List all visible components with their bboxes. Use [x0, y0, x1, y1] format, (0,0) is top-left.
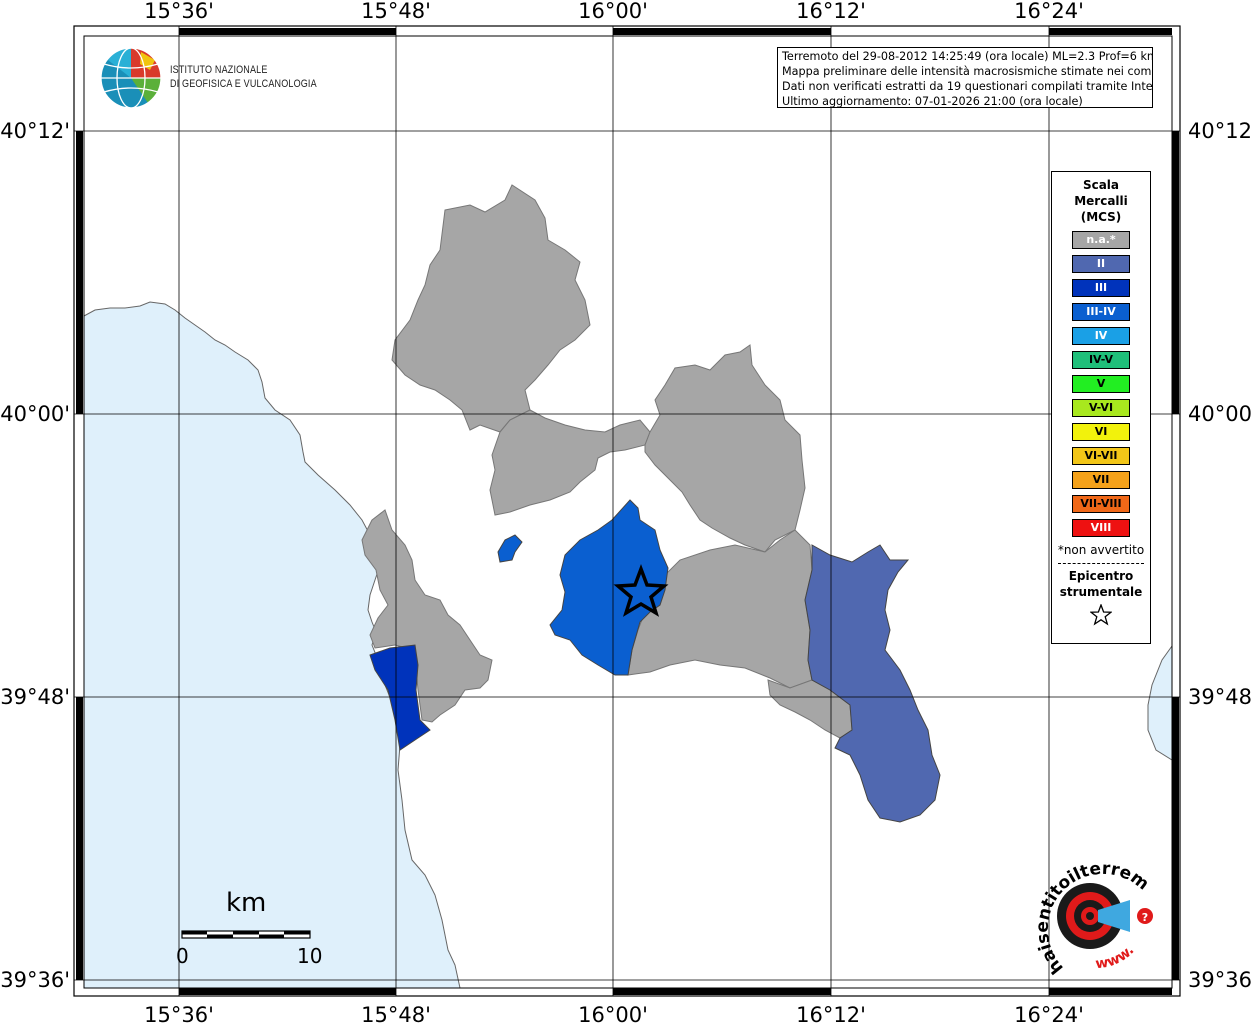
scale-start: 0: [176, 944, 189, 968]
mcs-legend: Scala Mercalli (MCS) n.a.* II III III-IV IV I…: [1051, 171, 1151, 644]
legend-divider: [1058, 563, 1144, 564]
legend-title-line: (MCS): [1080, 210, 1122, 224]
legend-item: VI-VII: [1072, 447, 1130, 465]
legend-title-line: Mercalli: [1074, 194, 1128, 208]
legend-item: VII: [1072, 471, 1130, 489]
lat-label: 40°12': [1188, 119, 1254, 143]
lon-label: 16°12': [796, 0, 866, 23]
event-info-line: Dati non verificati estratti da 19 quest…: [782, 80, 1153, 93]
lat-label: 40°00': [1188, 402, 1254, 426]
event-info-line: Ultimo aggiornamento: 07-01-2026 21:00 (…: [782, 95, 1083, 108]
municipality-northeast: [644, 344, 806, 553]
event-info-line: Mappa preliminare delle intensità macros…: [782, 65, 1153, 78]
legend-item: II: [1072, 255, 1130, 273]
sea-area-east: [1147, 644, 1173, 761]
latitude-labels-left: 40°12' 40°00' 39°48' 39°36': [0, 119, 70, 992]
lon-label: 15°36': [144, 0, 214, 23]
scale-unit: km: [226, 888, 267, 918]
lat-label: 40°00': [0, 402, 70, 426]
longitude-labels-bottom: 15°36' 15°48' 16°00' 16°12' 16°24': [144, 1003, 1084, 1024]
legend-title: Scala Mercalli (MCS): [1052, 177, 1150, 225]
legend-note: *non avvertito: [1057, 543, 1145, 557]
event-info-line: Terremoto del 29-08-2012 14:25:49 (ora l…: [782, 50, 1153, 63]
lat-label: 39°48': [0, 685, 70, 709]
legend-item: V-VI: [1072, 399, 1130, 417]
lat-label: 39°36': [1188, 968, 1254, 992]
legend-star-icon: [1052, 603, 1150, 630]
lon-label: 15°48': [361, 0, 431, 23]
ingv-logo-text: ISTITUTO NAZIONALE DI GEOFISICA E VULCAN…: [170, 63, 317, 91]
legend-epicentre-label: Epicentro strumentale: [1052, 568, 1150, 600]
municipality-north-center: [489, 409, 651, 516]
legend-items: n.a.* II III III-IV IV IV-V V V-VI VI VI-VII VII VI…: [1052, 231, 1150, 537]
legend-title-line: Scala: [1082, 178, 1120, 192]
legend-item: VII-VIII: [1072, 495, 1130, 513]
islet-mcs-III-IV: [497, 534, 523, 563]
legend-item: IV-V: [1072, 351, 1130, 369]
legend-epicentre-line: Epicentro: [1068, 569, 1134, 583]
lon-label: 16°24': [1014, 0, 1084, 23]
legend-item: III: [1072, 279, 1130, 297]
lon-label: 16°00': [578, 0, 648, 23]
svg-text:?: ?: [1142, 911, 1148, 924]
scale-end: 10: [297, 944, 323, 968]
lon-label: 15°36': [144, 1003, 214, 1024]
lon-label: 15°48': [361, 1003, 431, 1024]
legend-item: VI: [1072, 423, 1130, 441]
ingv-logo-icon: [100, 47, 162, 109]
legend-item: III-IV: [1072, 303, 1130, 321]
scale-bar: [181, 930, 311, 939]
legend-item: V: [1072, 375, 1130, 393]
ingv-logo-line: DI GEOFISICA E VULCANOLOGIA: [170, 78, 317, 90]
lon-label: 16°12': [796, 1003, 866, 1024]
lat-label: 40°12': [0, 119, 70, 143]
lat-label: 39°48': [1188, 685, 1254, 709]
longitude-labels-top: 15°36' 15°48' 16°00' 16°12' 16°24': [144, 0, 1084, 23]
municipality-mcs-II: [804, 544, 941, 823]
event-info-box: Terremoto del 29-08-2012 14:25:49 (ora l…: [777, 47, 1153, 108]
municipality-north: [391, 184, 591, 433]
legend-item: n.a.*: [1072, 231, 1130, 249]
ingv-logo-line: ISTITUTO NAZIONALE: [170, 64, 268, 76]
lat-label: 39°36': [0, 968, 70, 992]
latitude-labels-right: 40°12' 40°00' 39°48' 39°36': [1188, 119, 1254, 992]
legend-item: VIII: [1072, 519, 1130, 537]
lon-label: 16°00': [578, 1003, 648, 1024]
lon-label: 16°24': [1014, 1003, 1084, 1024]
legend-item: IV: [1072, 327, 1130, 345]
legend-epicentre-line: strumentale: [1059, 585, 1143, 599]
